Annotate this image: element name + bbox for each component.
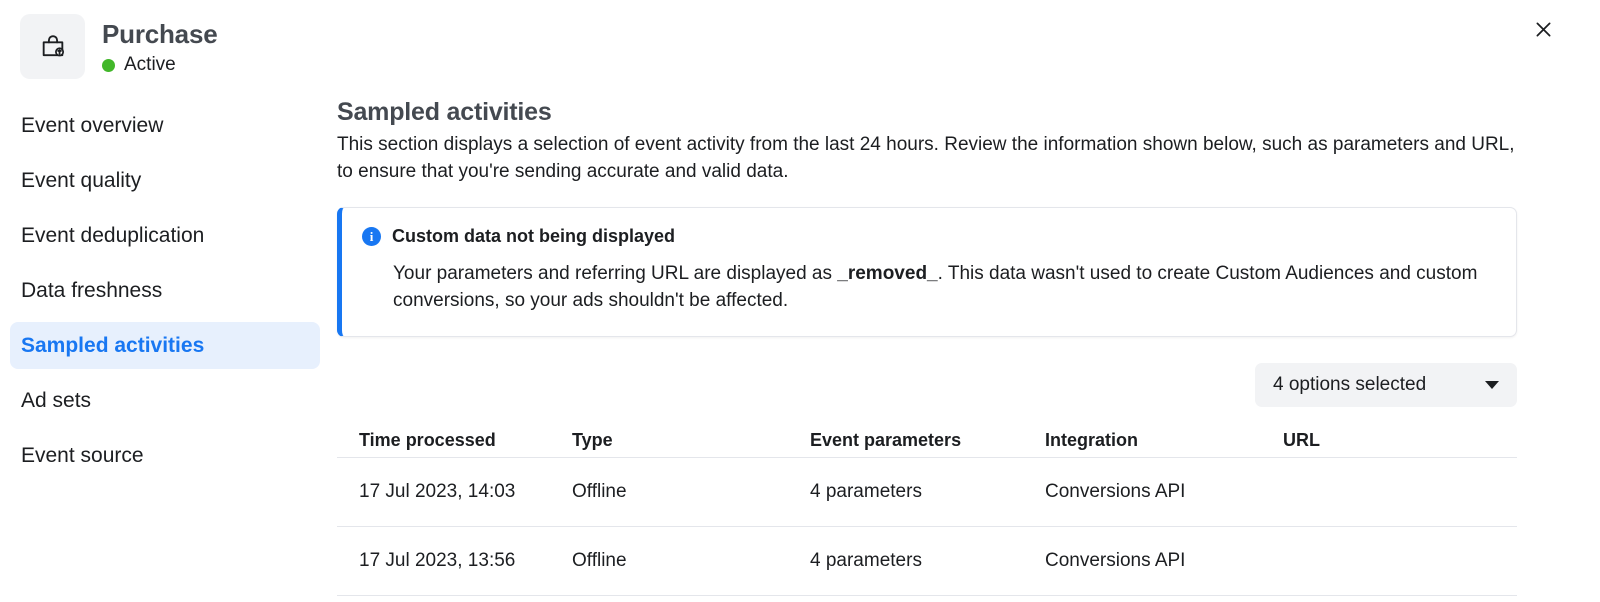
section-title: Sampled activities [337,98,552,126]
header-text-group: Purchase Active [102,18,218,77]
sidebar-item-label: Data freshness [21,278,163,302]
shopping-bag-icon [39,33,67,61]
info-banner-body-emphasis: _removed_ [837,263,938,284]
sidebar-nav: Event overview Event quality Event dedup… [0,102,330,487]
main-content: Sampled activities This section displays… [337,96,1517,596]
options-dropdown[interactable]: 4 options selected [1255,363,1517,407]
info-icon: i [362,227,381,246]
status-badge: Active [124,54,176,75]
status-row: Active [102,53,217,77]
status-dot-icon [102,58,115,72]
info-banner: i Custom data not being displayed Your p… [337,207,1517,337]
sidebar-item-label: Event overview [21,113,164,137]
info-banner-header: i Custom data not being displayed [362,226,1496,247]
sidebar-item-sampled-activities[interactable]: Sampled activities [10,322,320,369]
column-header-url: URL [1283,429,1320,450]
sampled-activities-panel: Purchase Active Event overview Event qua… [0,0,1600,602]
cell-time-processed: 17 Jul 2023, 13:56 [359,550,516,571]
filter-row: 4 options selected [337,363,1517,407]
column-header-event-parameters: Event parameters [810,429,962,450]
page-title: Purchase [102,19,218,49]
close-button[interactable] [1528,14,1558,44]
cell-time-processed: 17 Jul 2023, 14:03 [359,481,516,502]
cell-type: Offline [572,550,627,571]
cell-event-parameters: 4 parameters [810,481,922,502]
sidebar-item-event-deduplication[interactable]: Event deduplication [10,212,320,259]
cell-event-parameters: 4 parameters [810,550,922,571]
sidebar-item-label: Sampled activities [21,333,205,357]
sampled-activities-table: Time processed Type Event parameters Int… [337,423,1517,596]
sidebar-item-ad-sets[interactable]: Ad sets [10,377,320,424]
chevron-down-icon [1485,381,1499,389]
table-row[interactable]: 17 Jul 2023, 13:56 Offline 4 parameters … [337,526,1517,595]
sidebar-item-event-source[interactable]: Event source [10,432,320,479]
table-row[interactable]: 17 Jul 2023, 14:03 Offline 4 parameters … [337,457,1517,526]
options-dropdown-label: 4 options selected [1273,374,1427,395]
column-header-integration: Integration [1045,429,1138,450]
sidebar-item-data-freshness[interactable]: Data freshness [10,267,320,314]
event-icon-badge [20,14,85,79]
sidebar-item-label: Event deduplication [21,223,205,247]
table-header-row: Time processed Type Event parameters Int… [337,423,1517,457]
column-header-type: Type [572,429,613,450]
sidebar-item-event-quality[interactable]: Event quality [10,157,320,204]
sidebar-item-label: Event source [21,443,144,467]
sidebar-item-label: Event quality [21,168,142,192]
info-banner-title: Custom data not being displayed [392,226,676,246]
panel-header: Purchase Active [0,0,1600,92]
info-banner-body: Your parameters and referring URL are di… [393,260,1496,314]
column-header-time-processed: Time processed [359,429,496,450]
sidebar-item-label: Ad sets [21,388,92,412]
cell-integration: Conversions API [1045,550,1186,571]
section-description: This section displays a selection of eve… [337,134,1515,182]
cell-type: Offline [572,481,627,502]
cell-integration: Conversions API [1045,481,1186,502]
info-banner-body-part-1: Your parameters and referring URL are di… [393,263,838,284]
sidebar-item-event-overview[interactable]: Event overview [10,102,320,149]
table-bottom-divider [337,595,1517,596]
